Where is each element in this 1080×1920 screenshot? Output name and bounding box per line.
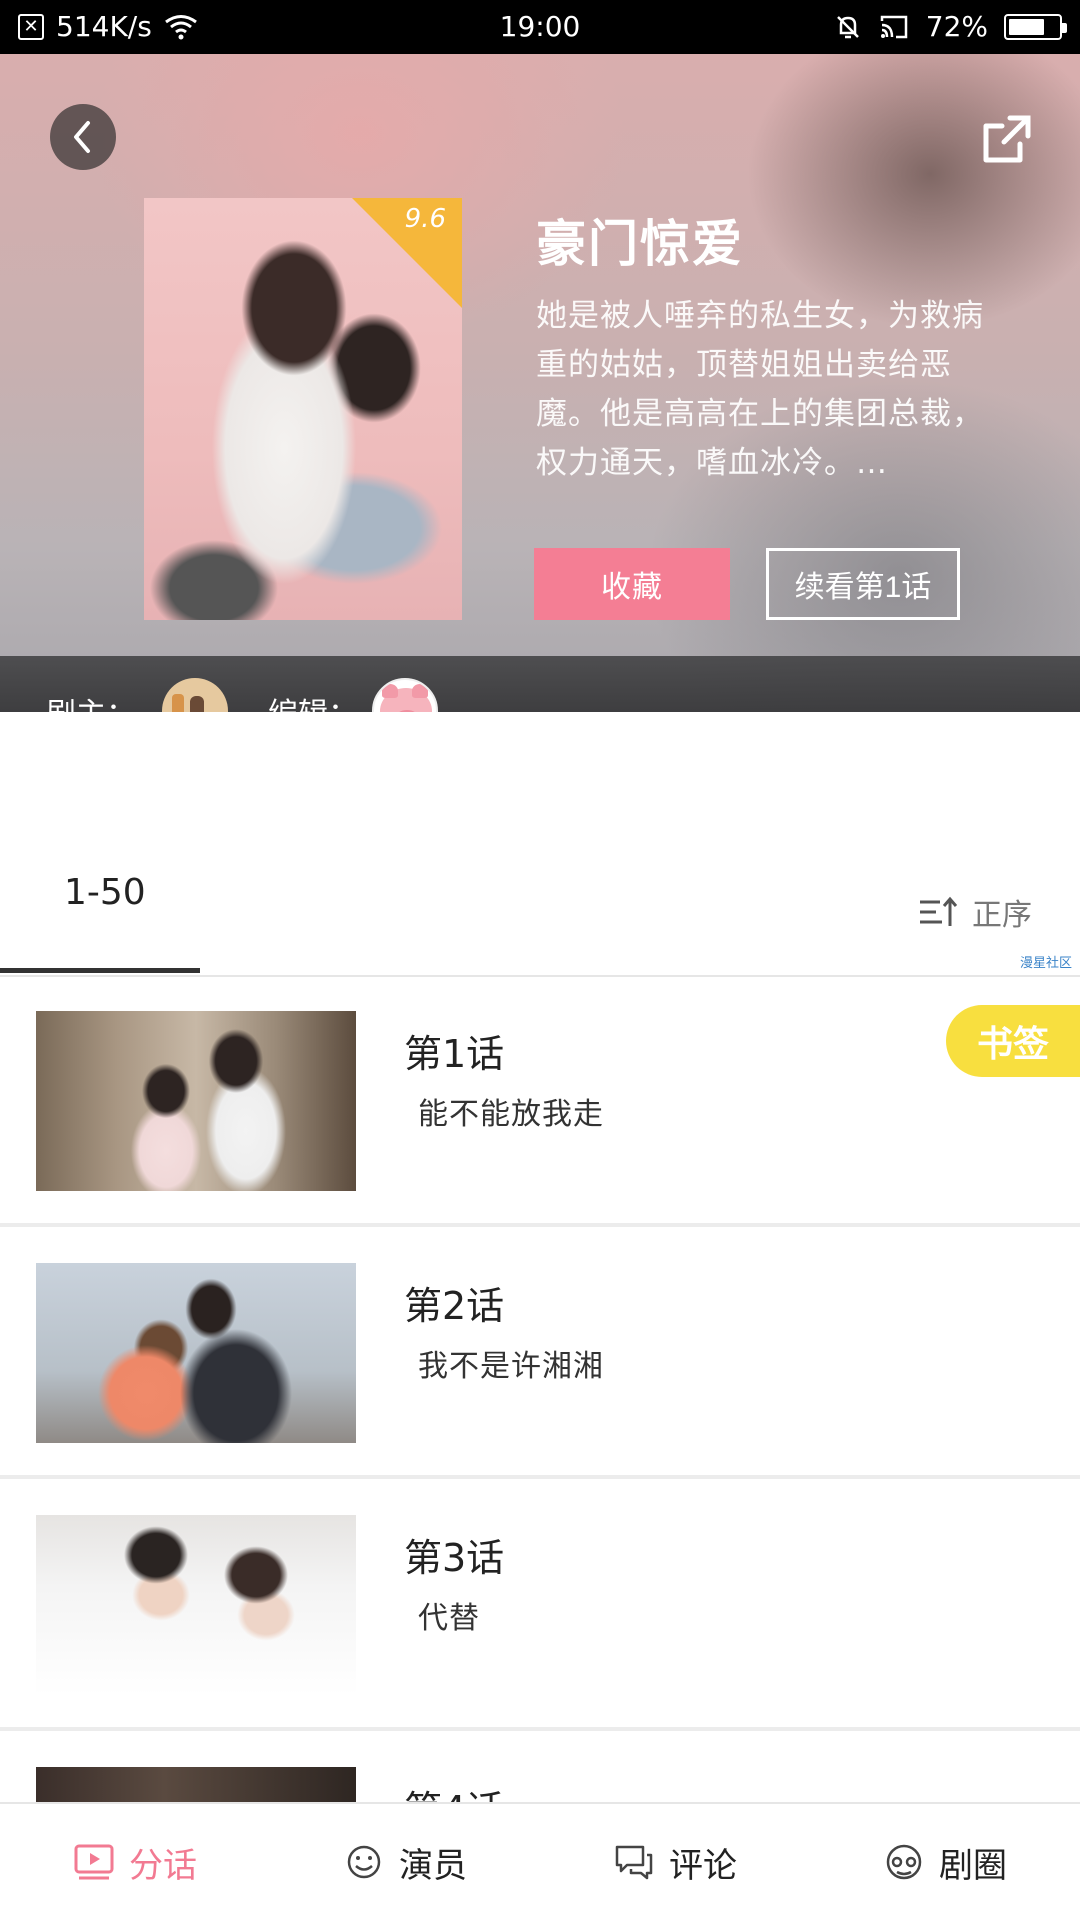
status-right: 72% [834, 10, 1067, 43]
episode-title: 第4话 [404, 1779, 504, 1802]
tab-episode-range[interactable]: 1-50 [64, 872, 146, 913]
tab-underline [0, 968, 200, 973]
episode-item[interactable]: 第3话 代替 [0, 1481, 1080, 1731]
credits-bar: 剧主： 编辑： [0, 656, 1080, 712]
sort-toggle[interactable]: 正序 [918, 890, 1032, 934]
video-icon [74, 1844, 114, 1880]
bookmark-badge[interactable]: 书签 [946, 1005, 1080, 1077]
mute-bell-icon [836, 15, 859, 38]
rating-score: 9.6 [404, 204, 446, 234]
nav-community[interactable]: 剧圈 [810, 1804, 1080, 1920]
continue-watching-button[interactable]: 续看第1话 [766, 548, 960, 620]
nav-label: 评论 [669, 1845, 737, 1886]
cast-icon [880, 15, 908, 38]
nav-actors[interactable]: 演员 [270, 1804, 540, 1920]
episode-title: 第2话 [404, 1284, 505, 1328]
nav-label: 演员 [399, 1845, 467, 1886]
share-button[interactable] [980, 112, 1034, 166]
pig-ear-left [382, 684, 398, 698]
watermark: 漫星社区 [1019, 956, 1072, 971]
sort-label: 正序 [972, 898, 1032, 933]
avatar-figure [190, 696, 204, 712]
nav-label: 剧圈 [939, 1845, 1007, 1886]
drama-title: 豪门惊爱 [536, 215, 744, 273]
favorite-button[interactable]: 收藏 [534, 548, 730, 620]
battery-icon [1004, 13, 1067, 40]
editor-label: 编辑： [268, 689, 358, 712]
sort-ascending-icon [920, 896, 958, 926]
owner-label: 剧主： [46, 689, 136, 712]
episode-item[interactable]: 第1话 能不能放我走 书签 [0, 977, 1080, 1227]
drama-description[interactable]: 她是被人唾弃的私生女，为救病重的姑姑，顶替姐姐出卖给恶魔。他是高高在上的集团总裁… [536, 292, 1006, 488]
nav-label: 分话 [129, 1845, 197, 1886]
community-icon [886, 1844, 922, 1880]
nav-comments[interactable]: 评论 [540, 1804, 810, 1920]
episode-item[interactable]: 第2话 我不是许湘湘 [0, 1229, 1080, 1479]
episode-subtitle: 能不能放我走 [418, 1097, 604, 1132]
battery-percent: 72% [925, 10, 988, 43]
episode-thumbnail [36, 1767, 356, 1802]
pig-ear-right [412, 684, 428, 698]
episode-thumbnail [36, 1011, 356, 1191]
back-button[interactable] [50, 104, 116, 170]
avatar-decoration [172, 694, 184, 712]
episode-title: 第3话 [404, 1536, 505, 1580]
smile-icon [347, 1845, 381, 1879]
drama-poster[interactable]: 9.6 [144, 198, 462, 620]
episode-thumbnail [36, 1515, 356, 1695]
episode-title: 第1话 [404, 1032, 505, 1076]
chat-icon [615, 1845, 653, 1880]
bottom-nav: 分话 演员 评论 剧圈 [0, 1802, 1080, 1920]
nav-episodes[interactable]: 分话 [0, 1804, 270, 1920]
chevron-left-icon [74, 121, 90, 153]
episode-item[interactable]: 第4话 [0, 1733, 1080, 1802]
editor-avatar[interactable] [372, 678, 438, 712]
drama-header: 9.6 豪门惊爱 她是被人唾弃的私生女，为救病重的姑姑，顶替姐姐出卖给恶魔。他是… [0, 54, 1080, 712]
episode-thumbnail [36, 1263, 356, 1443]
episode-subtitle: 代替 [418, 1601, 480, 1636]
battery-fill [1009, 18, 1044, 35]
episode-subtitle: 我不是许湘湘 [418, 1349, 604, 1384]
share-icon [983, 115, 1031, 163]
status-bar: ✕ 514K/s 19:00 72% [0, 0, 1080, 54]
owner-avatar[interactable] [162, 678, 228, 712]
